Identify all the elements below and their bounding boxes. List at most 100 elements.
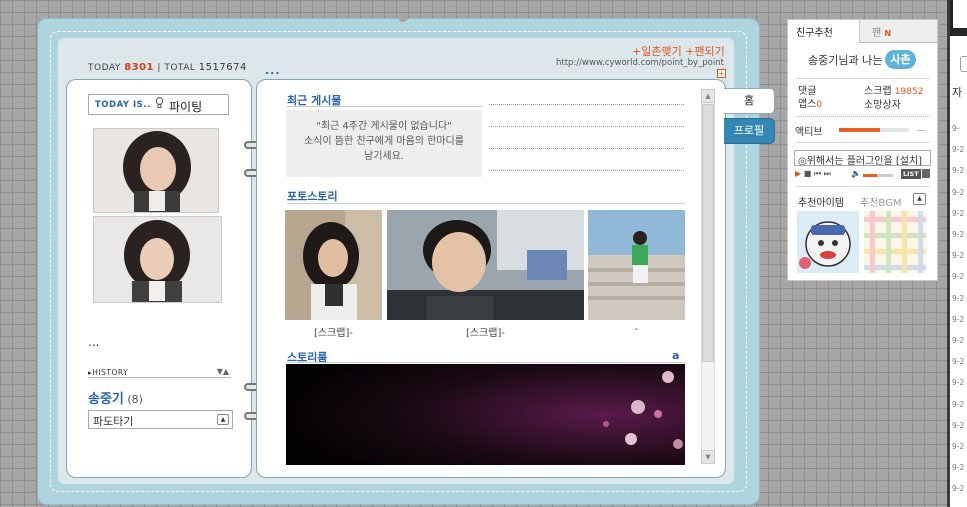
history-header[interactable]: ▸HISTORY ▼▲: [88, 367, 231, 378]
next-icon[interactable]: ⏭: [824, 169, 831, 178]
today-mood: 파이팅: [169, 100, 203, 114]
ilchon-plus-icon: +: [632, 45, 642, 58]
date-item: 9-2: [952, 187, 965, 197]
wish-box-label[interactable]: 소망상자: [864, 99, 923, 112]
scrollbar-thumb[interactable]: [702, 104, 714, 362]
date-item: 9-2: [952, 336, 965, 346]
playlist-button[interactable]: LIST: [901, 169, 921, 179]
date-item: 9-2: [952, 463, 965, 473]
scroll-down-arrow-icon[interactable]: ▼: [701, 450, 715, 464]
history-label: ▸HISTORY: [88, 368, 129, 377]
pado-tagi-select[interactable]: 파도타기 ▲: [88, 410, 233, 429]
chevron-up-icon[interactable]: ▲: [913, 193, 926, 205]
history-toggle-icon[interactable]: ▼▲: [217, 367, 229, 376]
tab-recommended-bgm[interactable]: 추천BGM: [860, 194, 901, 209]
bgm-player-notice[interactable]: ◎위해서는 플러그인을 [설치]: [794, 150, 931, 166]
divider: [795, 116, 930, 117]
photo-story-thumb[interactable]: [387, 210, 584, 320]
date-item: 9-2: [952, 442, 965, 452]
tab-friend-recommend[interactable]: 친구추천: [788, 20, 860, 43]
title-more-dots[interactable]: ...: [265, 64, 281, 77]
stop-icon[interactable]: ■: [804, 169, 812, 178]
photo-story-title[interactable]: 포토스토리: [287, 188, 338, 204]
recommended-item-thumb[interactable]: [864, 211, 926, 273]
play-icon[interactable]: ▶: [795, 169, 801, 178]
left-more-dots[interactable]: ...: [88, 335, 99, 349]
date-item: 9-2: [952, 399, 965, 409]
today-is-label: TODAY IS..: [95, 100, 151, 110]
photo-caption[interactable]: [스크랩]-: [387, 324, 584, 339]
volume-slider-fill: [863, 174, 877, 177]
background-window-field: [960, 56, 967, 72]
divider: [795, 186, 930, 187]
friend-relation-text: 송중기님과 나는: [808, 54, 883, 67]
expand-plus-button[interactable]: +: [717, 69, 726, 78]
divider: [917, 130, 925, 131]
date-item: 9-2: [952, 272, 965, 282]
date-item: 9-2: [952, 314, 965, 324]
date-item: 9-2: [952, 293, 965, 303]
counter-separator: |: [157, 63, 161, 73]
pado-tagi-value: 파도타기: [93, 415, 134, 428]
date-item: 9-2: [952, 230, 965, 240]
divider: [287, 203, 685, 204]
new-badge: N: [884, 29, 892, 38]
owner-count: (8): [127, 393, 143, 406]
photo-story-thumb[interactable]: [285, 210, 382, 320]
homepage-url[interactable]: http://www.cyworld.com/point_by_point: [556, 58, 724, 68]
total-label: TOTAL: [164, 63, 196, 73]
photo-caption[interactable]: [스크랩]-: [285, 324, 382, 339]
owner-name[interactable]: 송중기: [88, 392, 124, 407]
recommended-item-thumb[interactable]: [797, 211, 859, 273]
relation-badge[interactable]: 사촌: [885, 50, 916, 69]
story-room-link[interactable]: a: [672, 349, 679, 362]
popout-icon[interactable]: [922, 169, 930, 178]
ilchon-link[interactable]: 일촌맺기: [641, 45, 681, 58]
date-item: 9-2: [952, 251, 965, 261]
owner-info: 송중기 (8): [88, 388, 143, 407]
active-level-fill: [839, 128, 880, 132]
total-count: 1517674: [198, 62, 247, 73]
comments-label[interactable]: 댓글: [798, 85, 822, 98]
story-room-banner[interactable]: [286, 364, 685, 465]
date-item: 9-2: [952, 208, 965, 218]
recent-posts-empty-message: "최근 4주간 게시물이 없습니다" 소식이 뜸한 친구에게 마음의 한마디를 …: [286, 110, 482, 177]
today-count: 8301: [124, 62, 155, 73]
dotted-line: [489, 104, 684, 105]
profile-photo-top[interactable]: [93, 128, 219, 213]
date-item: 9-: [952, 124, 960, 133]
background-window-tab: [953, 0, 967, 28]
date-item: 9-2: [952, 145, 965, 155]
background-window-date-list: 9- 9-2 9-2 9-2 9-2 9-2 9-2 9-2 9-2 9-2 9-2 9-2 9-2 9-…: [952, 118, 964, 500]
apps-label[interactable]: 앱스: [798, 99, 816, 110]
tab-recommended-items[interactable]: 추천아이템: [798, 194, 844, 209]
today-is-box[interactable]: TODAY IS.. 파이팅: [88, 94, 229, 115]
divider: [795, 78, 930, 79]
scrap-count: 19852: [894, 87, 924, 97]
scrap-label[interactable]: 스크랩: [864, 86, 892, 97]
dotted-line: [489, 148, 684, 149]
photo-story-thumb[interactable]: [588, 210, 685, 320]
stats-right: 스크랩 19852 소망상자: [864, 85, 923, 112]
tab-fan[interactable]: 팬 N: [860, 20, 937, 42]
previous-icon[interactable]: ⏮: [814, 169, 821, 178]
active-label: 액티브: [795, 127, 823, 138]
photo-caption[interactable]: -: [588, 324, 685, 335]
date-item: 9-2: [952, 357, 965, 367]
date-item: 9-2: [952, 484, 965, 494]
fan-link[interactable]: 팬되기: [694, 45, 724, 58]
visit-counter: TODAY 8301 | TOTAL 1517674: [88, 62, 247, 73]
lightbulb-icon: [155, 97, 164, 113]
chevron-up-icon[interactable]: ▲: [217, 414, 229, 425]
divider: [795, 142, 930, 143]
date-item: 9-2: [952, 166, 965, 176]
tab-profile[interactable]: 프로필: [724, 118, 775, 144]
date-item: 9-2: [952, 420, 965, 430]
tab-home[interactable]: 홈: [724, 88, 775, 114]
background-window-text: 자: [952, 86, 963, 99]
profile-photo-bottom[interactable]: [93, 216, 222, 303]
date-item: 9-2: [952, 378, 965, 388]
volume-icon[interactable]: 🔈: [851, 169, 861, 178]
today-label: TODAY: [88, 63, 121, 73]
scroll-up-arrow-icon[interactable]: ▲: [701, 89, 715, 103]
